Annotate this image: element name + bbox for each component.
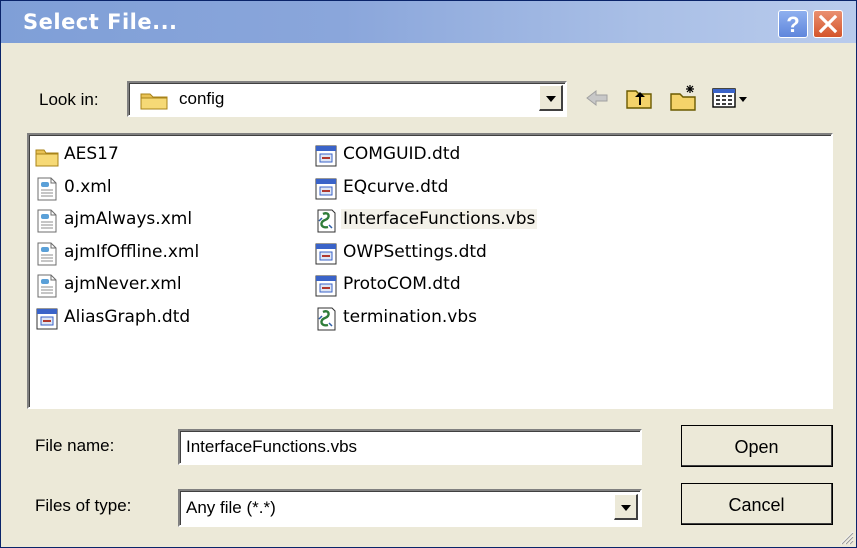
file-name: ProtoCOM.dtd [343, 274, 461, 294]
cancel-button[interactable]: Cancel [681, 483, 833, 525]
lookin-dropdown-button[interactable] [539, 85, 563, 111]
close-button[interactable] [813, 10, 843, 38]
back-button[interactable] [582, 83, 612, 113]
file-name: termination.vbs [343, 306, 477, 327]
lookin-value: config [179, 89, 225, 108]
file-name: AES17 [64, 144, 119, 164]
file-name: ajmNever.xml [64, 274, 182, 294]
filetype-value: Any file (*.*) [186, 498, 276, 517]
filename-value: InterfaceFunctions.vbs [186, 437, 358, 456]
vbs-script-icon [314, 306, 338, 332]
lookin-label: Look in: [39, 90, 99, 109]
lookin-combo[interactable]: config [127, 81, 567, 117]
up-one-level-button[interactable] [624, 83, 654, 113]
svg-text:?: ? [786, 12, 799, 37]
dropdown-arrow-icon [621, 505, 631, 511]
file-name: ajmIfOffline.xml [64, 241, 200, 262]
vbs-script-icon [314, 208, 338, 234]
dtd-file-icon [314, 143, 338, 169]
open-button-label: Open [734, 437, 779, 457]
dtd-file-icon [314, 241, 338, 267]
folder-icon [35, 143, 59, 169]
help-icon: ? [786, 12, 799, 37]
file-name: 0.xml [64, 176, 112, 197]
folder-icon [140, 93, 168, 110]
up-folder-icon [626, 90, 652, 109]
file-list[interactable]: AES17 0.xml ajmAlways.xml ajmIfOffline.xml a… [27, 133, 833, 409]
filetype-dropdown-button[interactable] [614, 494, 638, 520]
filename-label: File name: [35, 436, 115, 455]
file-name: OWPSettings.dtd [343, 241, 487, 262]
xml-file-icon [35, 273, 59, 299]
close-icon [818, 14, 838, 34]
help-button[interactable]: ? [778, 10, 808, 38]
filetype-select[interactable]: Any file (*.*) [178, 489, 642, 527]
dtd-file-icon [35, 306, 59, 332]
file-name: AliasGraph.dtd [64, 306, 191, 327]
cancel-button-label: Cancel [728, 495, 785, 515]
title-bar[interactable]: Select File... ? [1, 1, 856, 43]
file-name: COMGUID.dtd [343, 144, 461, 164]
view-menu-icon [712, 88, 747, 108]
xml-file-icon [35, 208, 59, 234]
file-name: EQcurve.dtd [343, 176, 449, 197]
dropdown-arrow-icon [546, 96, 556, 102]
select-file-dialog: Select File... ? Look in: config AES17 0… [0, 0, 857, 548]
xml-file-icon [35, 241, 59, 267]
filetype-label: Files of type: [35, 496, 132, 515]
file-name: ajmAlways.xml [64, 209, 193, 229]
back-arrow-icon [586, 89, 608, 107]
new-folder-button[interactable] [669, 83, 699, 113]
open-button[interactable]: Open [681, 425, 833, 467]
size-grip-icon[interactable] [840, 531, 854, 545]
file-name: InterfaceFunctions.vbs [341, 209, 538, 229]
xml-file-icon [35, 176, 59, 202]
filename-input[interactable]: InterfaceFunctions.vbs [178, 429, 642, 465]
dtd-file-icon [314, 176, 338, 202]
view-menu-button[interactable] [711, 83, 751, 113]
new-folder-icon [670, 85, 696, 111]
window-title: Select File... [23, 10, 178, 34]
dtd-file-icon [314, 273, 338, 299]
